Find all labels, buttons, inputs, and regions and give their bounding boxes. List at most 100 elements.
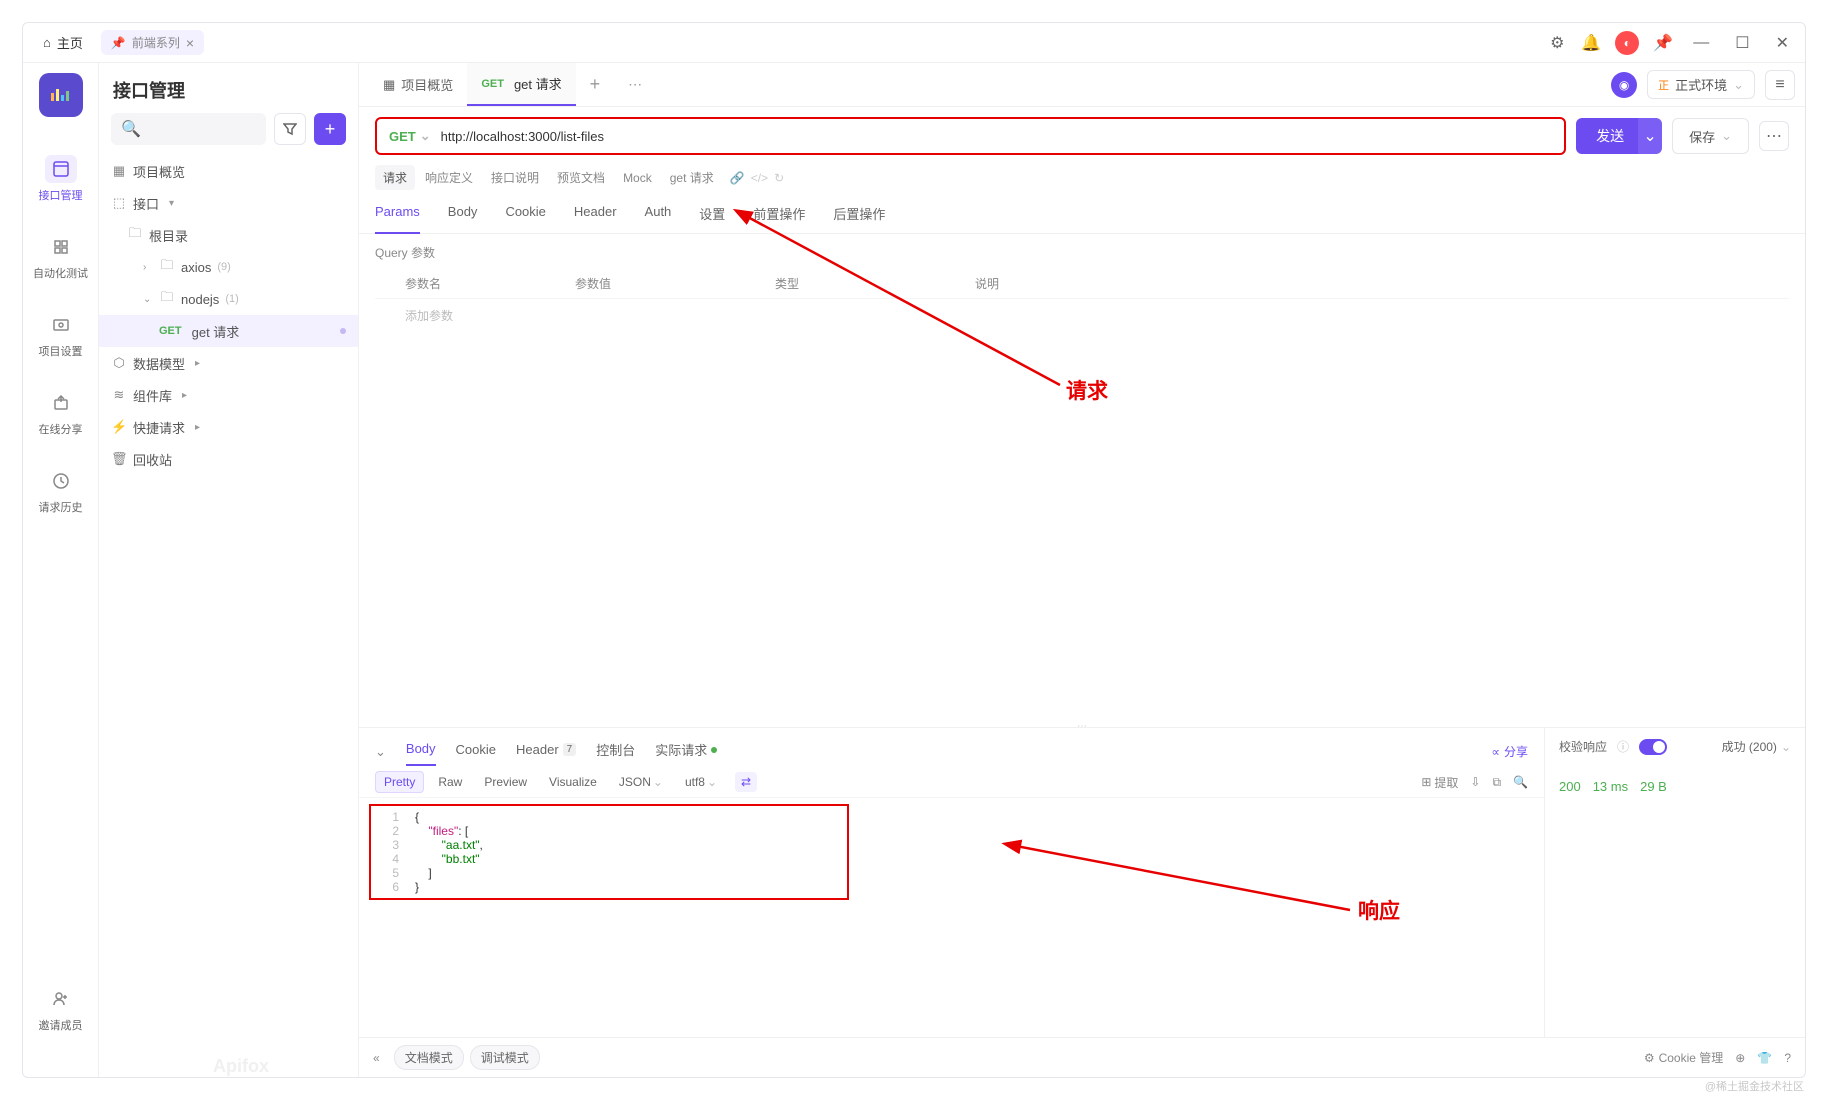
refresh-icon[interactable]: ↻ — [774, 171, 784, 185]
hamburger-button[interactable]: ≡ — [1765, 70, 1795, 100]
help-icon[interactable]: ? — [1784, 1051, 1791, 1065]
chevron-down-icon: ⌄ — [707, 775, 717, 789]
maximize-icon[interactable]: ☐ — [1729, 33, 1755, 53]
chevron-down-icon: ⌄ — [653, 775, 663, 789]
extract-button[interactable]: ⊞提取 — [1421, 774, 1458, 791]
doc-mode-button[interactable]: 文档模式 — [394, 1045, 464, 1070]
reqtab-header[interactable]: Header — [574, 198, 617, 233]
bell-icon[interactable]: 🔔 — [1581, 33, 1601, 53]
reqtab-params[interactable]: Params — [375, 198, 420, 234]
reqtab-postscript[interactable]: 后置操作 — [833, 198, 885, 233]
method-select[interactable]: GET⌄ — [389, 128, 431, 144]
subtab-preview-doc[interactable]: 预览文档 — [549, 165, 613, 190]
reqtab-body[interactable]: Body — [448, 198, 478, 233]
grid-icon: ▦ — [383, 77, 395, 93]
fmt-raw[interactable]: Raw — [430, 772, 470, 792]
success-select[interactable]: 成功 (200)⌄ — [1722, 738, 1791, 755]
target-icon[interactable]: ⊕ — [1735, 1051, 1745, 1065]
resptab-body[interactable]: Body — [406, 737, 436, 766]
tree-root-dir[interactable]: 🗀根目录 — [99, 219, 358, 251]
minimize-icon[interactable]: — — [1687, 34, 1715, 52]
close-window-icon[interactable]: ✕ — [1770, 33, 1795, 53]
fmt-utf8[interactable]: utf8⌄ — [677, 772, 725, 792]
app-logo[interactable] — [39, 73, 83, 117]
info-icon[interactable]: ⓘ — [1617, 738, 1629, 755]
cube-icon: ⬡ — [111, 355, 127, 371]
share-link[interactable]: ∝分享 — [1491, 743, 1528, 760]
rail-automation[interactable]: 自动化测试 — [31, 227, 91, 287]
search-input[interactable]: 🔍 — [111, 113, 266, 145]
subtab-response-def[interactable]: 响应定义 — [417, 165, 481, 190]
cookie-manage[interactable]: ⚙Cookie 管理 — [1644, 1049, 1723, 1066]
tree-component[interactable]: ≋组件库▸ — [99, 379, 358, 411]
close-icon[interactable]: × — [186, 35, 194, 51]
add-param-row[interactable]: 添加参数 — [375, 299, 1789, 332]
status-time: 13 ms — [1593, 779, 1628, 794]
fmt-visualize[interactable]: Visualize — [541, 772, 605, 792]
filter-button[interactable] — [274, 113, 306, 145]
send-button[interactable]: 发送 — [1576, 118, 1644, 154]
tree-recycle[interactable]: 🗑回收站 — [99, 443, 358, 475]
json-body: 1{2 "files": [3 "aa.txt",4 "bb.txt"5 ]6} — [359, 798, 1544, 906]
send-dropdown[interactable]: ⌄ — [1638, 118, 1662, 154]
rail-share[interactable]: 在线分享 — [31, 383, 91, 443]
tab-get-request[interactable]: GETget 请求 — [467, 63, 575, 106]
add-button[interactable]: + — [314, 113, 346, 145]
resptab-cookie[interactable]: Cookie — [456, 738, 496, 765]
shirt-icon[interactable]: 👕 — [1757, 1051, 1772, 1065]
tab-overview[interactable]: ▦项目概览 — [369, 63, 467, 106]
resptab-header[interactable]: Header7 — [516, 738, 576, 765]
rail-project-settings[interactable]: 项目设置 — [31, 305, 91, 365]
rail-label: 项目设置 — [39, 343, 83, 359]
tree-interface[interactable]: ⬚接口▾ — [99, 187, 358, 219]
collapse-icon[interactable]: ⌄ — [375, 744, 386, 760]
subtab-get-req[interactable]: get 请求 — [662, 165, 722, 190]
run-button[interactable]: ◉ — [1611, 72, 1637, 98]
settings-icon[interactable]: ⚙ — [1547, 33, 1567, 53]
chevron-down-icon: ⌄ — [1781, 740, 1791, 754]
resptab-actual[interactable]: 实际请求 — [655, 736, 717, 767]
subtab-desc[interactable]: 接口说明 — [483, 165, 547, 190]
collapse-panel-icon[interactable]: « — [373, 1051, 380, 1065]
open-tab[interactable]: 📌 前端系列 × — [101, 30, 204, 55]
more-button[interactable]: ⋯ — [1759, 121, 1789, 151]
code-icon[interactable]: </> — [751, 171, 768, 185]
resptab-console[interactable]: 控制台 — [596, 736, 635, 767]
debug-mode-button[interactable]: 调试模式 — [470, 1045, 540, 1070]
verify-toggle[interactable] — [1639, 739, 1667, 755]
reqtab-settings[interactable]: 设置 — [699, 198, 725, 233]
env-select[interactable]: 正正式环境⌄ — [1647, 70, 1755, 99]
search-icon[interactable]: 🔍 — [1513, 775, 1528, 789]
wrap-toggle[interactable]: ⇄ — [735, 772, 757, 792]
fmt-pretty[interactable]: Pretty — [375, 771, 424, 793]
query-section: Query 参数 参数名 参数值 类型 说明 添加参数 — [359, 234, 1805, 721]
reqtab-prescript[interactable]: 前置操作 — [753, 198, 805, 233]
url-input[interactable]: http://localhost:3000/list-files — [441, 129, 604, 144]
footer: « 文档模式 调试模式 ⚙Cookie 管理 ⊕ 👕 ? — [359, 1037, 1805, 1077]
tab-more[interactable]: ⋯ — [614, 76, 656, 93]
link-icon[interactable]: 🔗 — [730, 171, 745, 185]
download-icon[interactable]: ⇩ — [1470, 775, 1480, 789]
copy-icon[interactable]: ⧉ — [1492, 775, 1501, 790]
rail-label: 请求历史 — [39, 499, 83, 515]
reqtab-auth[interactable]: Auth — [645, 198, 672, 233]
rail-invite[interactable]: 邀请成员 — [31, 979, 91, 1039]
avatar[interactable]: ◐ — [1615, 31, 1639, 55]
tree-nodejs[interactable]: ⌄🗀nodejs (1) — [99, 283, 358, 315]
tree-axios[interactable]: ›🗀axios (9) — [99, 251, 358, 283]
home-button[interactable]: ⌂ 主页 — [33, 29, 93, 56]
fmt-json[interactable]: JSON⌄ — [611, 772, 671, 792]
tree-get-request[interactable]: GETget 请求 — [99, 315, 358, 347]
tree-data-model[interactable]: ⬡数据模型▸ — [99, 347, 358, 379]
tree-overview[interactable]: ▦项目概览 — [99, 155, 358, 187]
tab-add[interactable]: + — [576, 74, 615, 95]
subtab-request[interactable]: 请求 — [375, 165, 415, 190]
pin-window-icon[interactable]: 📌 — [1653, 33, 1673, 53]
rail-api-manage[interactable]: 接口管理 — [31, 149, 91, 209]
tree-quick-req[interactable]: ⚡快捷请求▸ — [99, 411, 358, 443]
subtab-mock[interactable]: Mock — [615, 167, 660, 189]
rail-history[interactable]: 请求历史 — [31, 461, 91, 521]
save-button[interactable]: 保存⌄ — [1672, 118, 1749, 154]
reqtab-cookie[interactable]: Cookie — [505, 198, 545, 233]
fmt-preview[interactable]: Preview — [476, 772, 535, 792]
